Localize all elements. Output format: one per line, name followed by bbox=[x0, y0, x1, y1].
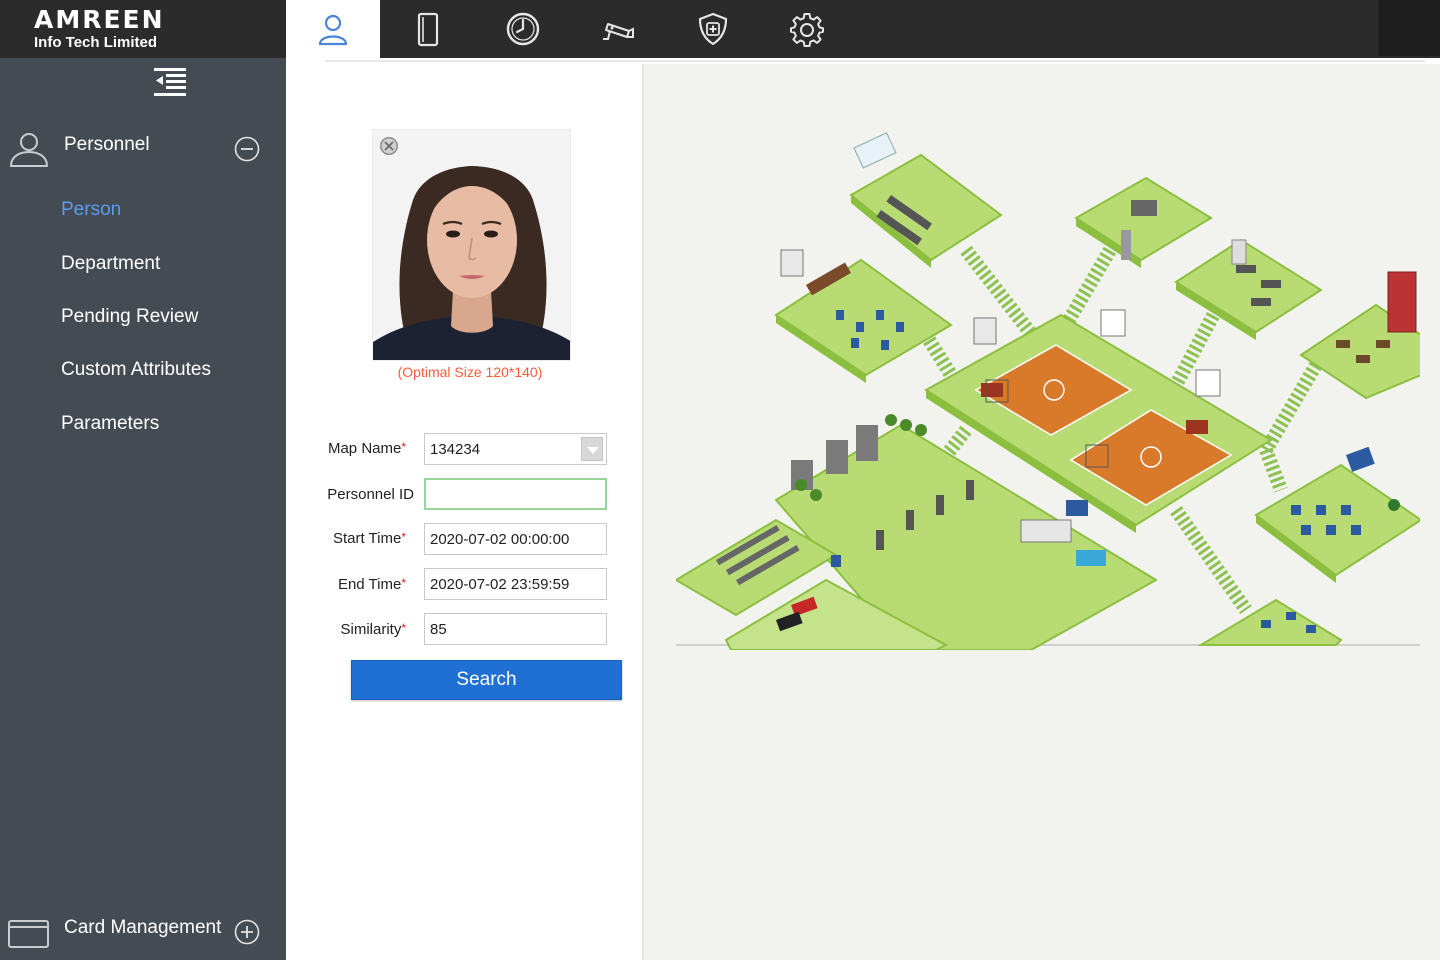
brand-subtitle: Info Tech Limited bbox=[34, 34, 158, 51]
workspace-floor bbox=[1174, 238, 1323, 340]
meeting-room-floor bbox=[849, 132, 1003, 268]
sidebar-group-personnel[interactable]: Personnel bbox=[0, 118, 286, 174]
search-button[interactable]: Search bbox=[351, 660, 622, 700]
shield-plus-icon bbox=[698, 12, 728, 46]
map-name-label: Map Name* bbox=[327, 440, 406, 457]
divider bbox=[325, 60, 1425, 62]
expand-plus-icon[interactable] bbox=[234, 919, 260, 945]
person-portrait-image bbox=[373, 130, 570, 360]
sidebar-group-label: Personnel bbox=[64, 134, 150, 155]
door-icon bbox=[417, 12, 439, 47]
sidebar-group-label: Card Management bbox=[64, 917, 222, 938]
brand-logo: AMREEN Info Tech Limited bbox=[0, 0, 286, 58]
sidebar: Personnel Person Department Pending Revi… bbox=[0, 58, 286, 960]
sidebar-item-parameters[interactable]: Parameters bbox=[0, 402, 286, 446]
safe-icon bbox=[973, 317, 997, 345]
gear-icon bbox=[790, 13, 824, 47]
person-icon bbox=[318, 14, 348, 46]
tab-security[interactable] bbox=[666, 0, 760, 58]
end-time-input[interactable] bbox=[424, 568, 607, 600]
tab-video[interactable] bbox=[571, 0, 665, 58]
tab-settings[interactable] bbox=[760, 0, 854, 58]
personnel-id-input[interactable] bbox=[424, 478, 607, 510]
sidebar-group-card-management[interactable]: Card Management bbox=[0, 901, 286, 957]
sidebar-item-person[interactable]: Person bbox=[0, 188, 286, 232]
collapse-minus-icon[interactable] bbox=[234, 136, 260, 162]
end-time-label: End Time* bbox=[337, 576, 406, 593]
top-bar-edge bbox=[1378, 0, 1440, 56]
office-floor bbox=[1074, 176, 1213, 268]
similarity-label: Similarity* bbox=[340, 621, 406, 638]
close-icon[interactable] bbox=[378, 135, 400, 157]
personnel-id-label: Personnel ID bbox=[327, 486, 414, 503]
cctv-camera-icon bbox=[603, 23, 634, 40]
safe-icon bbox=[780, 249, 804, 277]
photo-size-hint: (Optimal Size 120*140) bbox=[397, 364, 543, 380]
person-outline-icon bbox=[10, 133, 48, 167]
sidebar-item-department[interactable]: Department bbox=[0, 242, 286, 286]
map-name-select[interactable] bbox=[424, 433, 607, 465]
top-bar: AMREEN Info Tech Limited bbox=[0, 0, 1440, 60]
dropdown-arrow-icon[interactable] bbox=[581, 437, 603, 461]
sidebar-item-custom-attributes[interactable]: Custom Attributes bbox=[0, 348, 286, 392]
lower-office-floor bbox=[1197, 598, 1343, 646]
tab-access[interactable] bbox=[381, 0, 475, 58]
tab-attendance[interactable] bbox=[476, 0, 570, 58]
study-room-floor bbox=[1254, 446, 1420, 583]
menu-collapse-icon[interactable] bbox=[154, 68, 186, 96]
sidebar-item-pending-review[interactable]: Pending Review bbox=[0, 295, 286, 339]
start-time-label: Start Time* bbox=[332, 530, 406, 547]
brand-name: AMREEN bbox=[34, 5, 165, 34]
clock-icon bbox=[506, 12, 540, 46]
person-photo[interactable] bbox=[372, 129, 571, 361]
building-map-illustration[interactable] bbox=[676, 100, 1420, 650]
tab-personnel[interactable] bbox=[286, 0, 380, 60]
start-time-input[interactable] bbox=[424, 523, 607, 555]
card-icon bbox=[8, 920, 49, 948]
similarity-input[interactable] bbox=[424, 613, 607, 645]
